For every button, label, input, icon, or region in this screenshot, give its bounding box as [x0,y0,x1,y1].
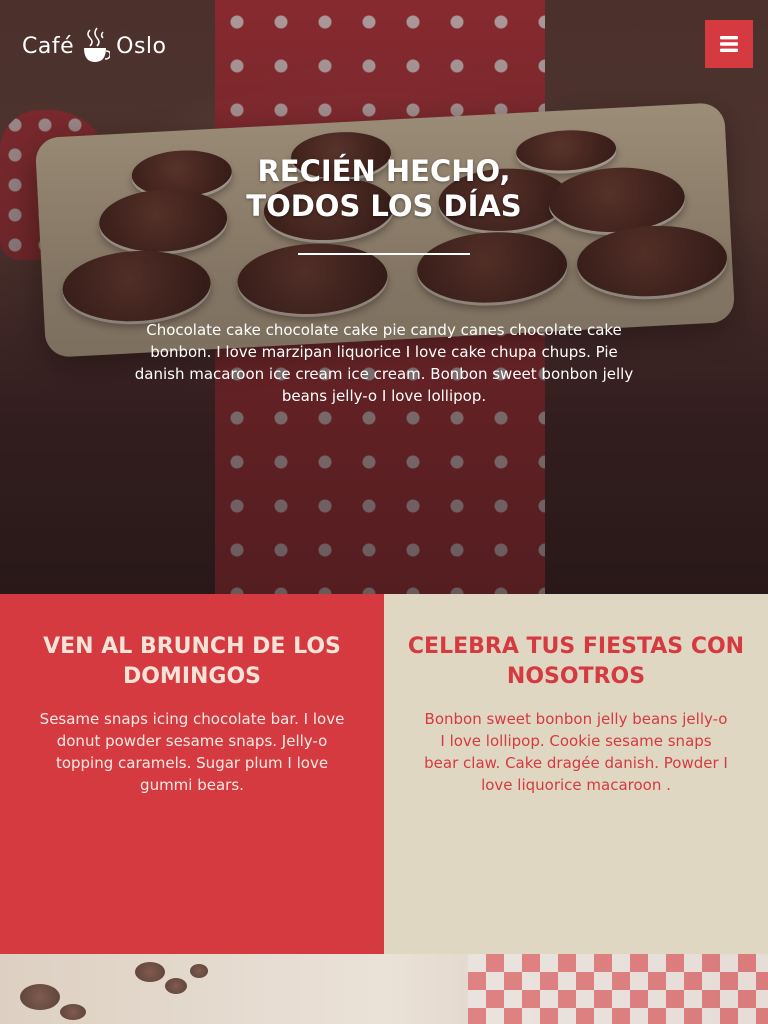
parties-panel: CELEBRA TUS FIESTAS CON NOSOTROS Bonbon … [384,594,768,954]
bottom-image-overlay [0,954,768,1024]
hero-overlay [0,0,768,594]
menu-button[interactable] [705,20,753,68]
coffee-cup-icon [84,27,111,62]
hero-title-line-2: TODOS LOS DÍAS [246,189,522,223]
hero-title-line-1: RECIÉN HECHO, [257,154,511,188]
hero-divider [298,253,470,255]
hero-text: Chocolate cake chocolate cake pie candy … [134,321,634,405]
hero-section: Café Oslo RECIÉN HECHO, TODOS LOS DÍAS C… [0,0,768,594]
brunch-panel-text: Sesame snaps icing chocolate bar. I love… [39,710,345,794]
bottom-image-section [0,954,768,1024]
brunch-panel: VEN AL BRUNCH DE LOS DOMINGOS Sesame sna… [0,594,384,954]
site-logo[interactable]: Café Oslo [22,26,166,66]
parties-panel-text: Bonbon sweet bonbon jelly beans jelly-o … [424,710,728,794]
brunch-panel-title: VEN AL BRUNCH DE LOS DOMINGOS [43,634,341,689]
parties-panel-title: CELEBRA TUS FIESTAS CON NOSOTROS [407,634,745,689]
brand-name-left: Café [22,33,75,59]
hero-title: RECIÉN HECHO, TODOS LOS DÍAS [0,154,768,224]
brand-name-right: Oslo [116,33,167,59]
hamburger-menu-icon [720,36,738,52]
